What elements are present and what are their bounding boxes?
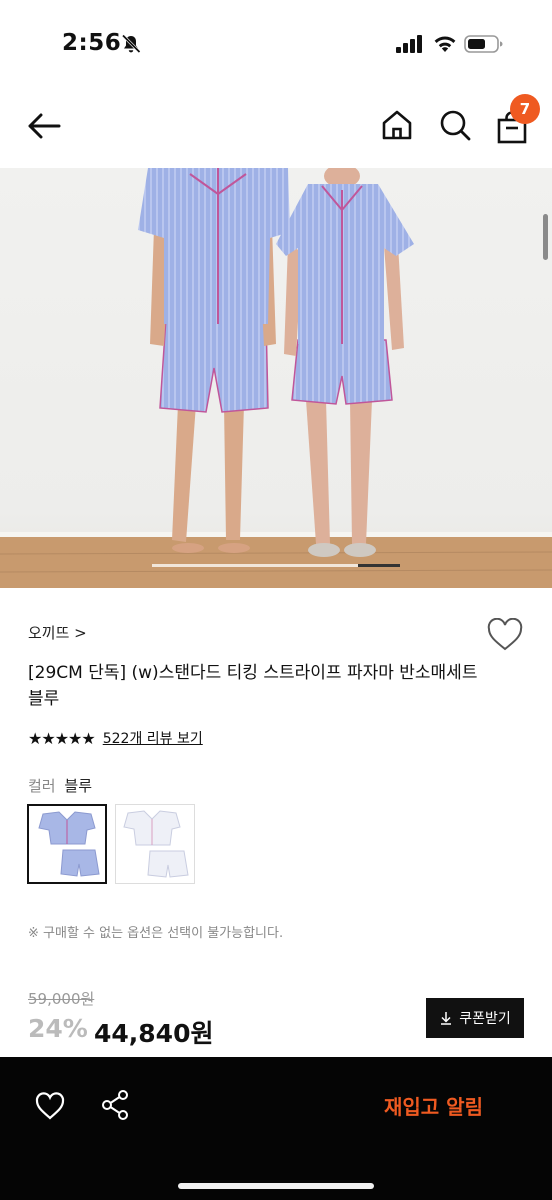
original-price: 59,000원 [28, 990, 95, 1008]
battery-icon [464, 35, 503, 53]
home-indicator[interactable] [178, 1183, 374, 1189]
sale-price: 44,840원 [94, 1019, 214, 1048]
cellular-signal-icon [396, 35, 422, 53]
color-swatch-white[interactable] [115, 804, 195, 884]
search-icon[interactable] [438, 108, 472, 142]
restock-alert-button[interactable]: 재입고 알림 [384, 1091, 483, 1120]
white-pajama-thumbnail [123, 810, 189, 878]
coupon-button[interactable]: 쿠폰받기 [426, 998, 524, 1038]
product-image[interactable] [0, 168, 552, 588]
pajama-models-illustration [0, 168, 552, 588]
wishlist-heart-icon[interactable] [486, 618, 524, 652]
navigation-bar: 7 [0, 94, 552, 166]
color-label-value: 블루 [64, 777, 92, 795]
home-icon[interactable] [380, 108, 414, 142]
download-icon [441, 1012, 452, 1025]
coupon-button-label: 쿠폰받기 [459, 1011, 511, 1027]
brand-link[interactable]: 오끼뜨 > [28, 622, 87, 643]
discount-rate: 24% [28, 1014, 88, 1043]
review-link[interactable]: 522개 리뷰 보기 [103, 728, 203, 748]
color-label-key: 컬러 [28, 777, 56, 795]
wifi-icon [434, 36, 456, 52]
blue-pajama-thumbnail [38, 811, 100, 877]
product-title: [29CM 단독] (w)스탠다드 티킹 스트라이프 파자마 반소매세트 블루 [28, 663, 478, 709]
color-swatch-blue[interactable] [27, 804, 107, 884]
rating-row: ★★★★★ 522개 리뷰 보기 [28, 728, 203, 748]
status-time: 2:56 [62, 30, 122, 56]
bottom-action-bar: 재입고 알림 [0, 1057, 552, 1200]
status-bar: 2:56 [0, 0, 552, 90]
back-arrow-icon[interactable] [26, 110, 62, 142]
share-icon[interactable] [100, 1089, 130, 1121]
page-scrollbar[interactable] [543, 214, 548, 260]
cart-count-badge: 7 [510, 94, 540, 124]
rating-stars: ★★★★★ [28, 728, 96, 748]
image-slider-thumb [358, 564, 400, 567]
wishlist-bottom-heart-icon[interactable] [34, 1091, 66, 1121]
option-notice: ※ 구매할 수 없는 옵션은 선택이 불가능합니다. [28, 926, 284, 941]
color-option-label: 컬러 블루 [28, 775, 92, 796]
bell-off-icon [121, 34, 141, 54]
